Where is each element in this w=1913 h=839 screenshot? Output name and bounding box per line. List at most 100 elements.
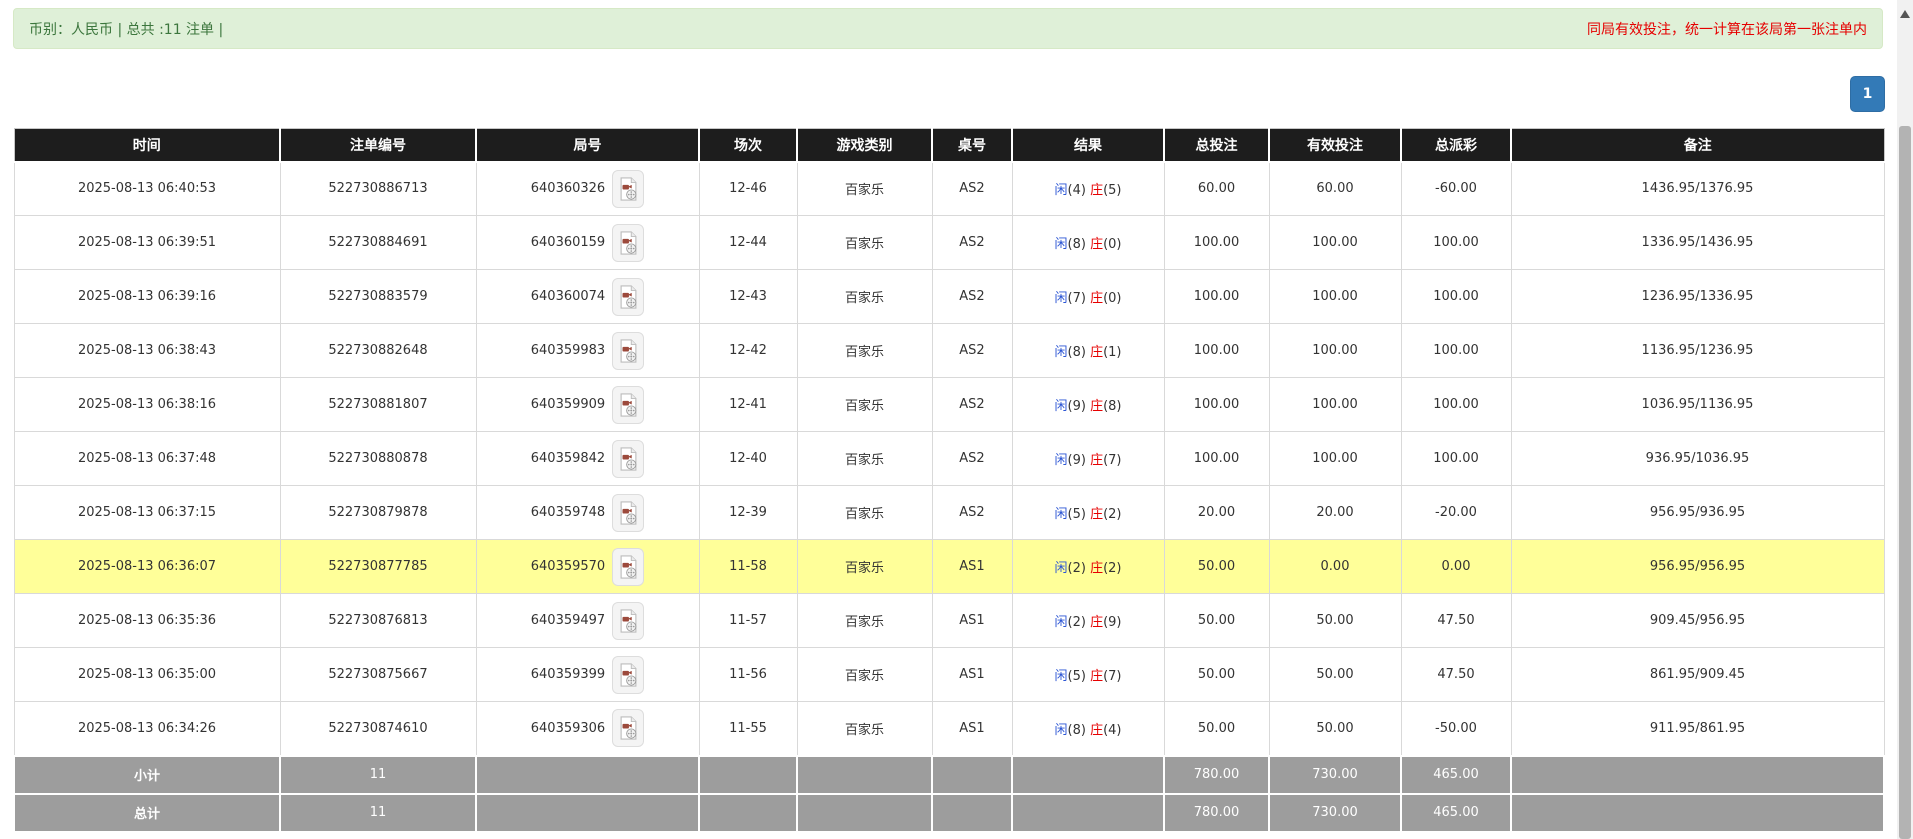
cell-remark: 1236.95/1336.95 [1511,270,1884,324]
result-player-score: (9) [1068,399,1086,414]
video-replay-button[interactable] [612,709,644,747]
cell-table-no: AS2 [932,216,1012,270]
scrollbar[interactable] [1897,0,1913,839]
cell-bet-id: 522730875667 [280,648,476,702]
column-header: 局号 [476,129,699,162]
cell-result: 闲(9) 庄(7) [1012,432,1164,486]
result-player-score: (4) [1068,183,1086,198]
video-replay-button[interactable] [612,170,644,208]
cell-time: 2025-08-13 06:37:48 [14,432,280,486]
cell-payout: -60.00 [1401,162,1511,216]
column-header: 注单编号 [280,129,476,162]
result-banker-label: 庄 [1090,669,1103,684]
cell-payout: 0.00 [1401,540,1511,594]
result-banker-score: (0) [1103,237,1121,252]
cell-payout: 100.00 [1401,216,1511,270]
cell-time: 2025-08-13 06:39:51 [14,216,280,270]
table-row: 2025-08-13 06:38:16 522730881807 6403599… [14,378,1884,432]
round-number: 640359570 [531,559,605,574]
cell-total-bet: 100.00 [1164,216,1269,270]
cell-round-no: 640359497 [476,594,699,648]
cell-total-bet: 60.00 [1164,162,1269,216]
cell-session: 12-42 [699,324,797,378]
currency-summary-text: 币别：人民币 | 总共 :11 注单 | [29,19,223,39]
result-player-label: 闲 [1054,453,1067,468]
column-header: 游戏类别 [797,129,932,162]
table-row: 2025-08-13 06:37:15 522730879878 6403597… [14,486,1884,540]
cell-session: 11-57 [699,594,797,648]
video-replay-button[interactable] [612,602,644,640]
cell-bet-id: 522730884691 [280,216,476,270]
summary-payout: 465.00 [1401,794,1511,832]
cell-valid-bet: 20.00 [1269,486,1401,540]
video-replay-button[interactable] [612,332,644,370]
result-banker-score: (0) [1103,291,1121,306]
cell-session: 12-44 [699,216,797,270]
scrollbar-thumb[interactable] [1899,126,1911,839]
result-banker-score: (2) [1103,507,1121,522]
table-row: 2025-08-13 06:40:53 522730886713 6403603… [14,162,1884,216]
result-player-label: 闲 [1054,237,1067,252]
cell-round-no: 640359842 [476,432,699,486]
cell-result: 闲(4) 庄(5) [1012,162,1164,216]
cell-session: 11-55 [699,702,797,756]
result-player-score: (2) [1068,615,1086,630]
result-player-label: 闲 [1054,615,1067,630]
summary-payout: 465.00 [1401,756,1511,794]
cell-time: 2025-08-13 06:35:36 [14,594,280,648]
cell-valid-bet: 50.00 [1269,648,1401,702]
cell-time: 2025-08-13 06:38:43 [14,324,280,378]
video-replay-icon [619,177,638,201]
result-player-label: 闲 [1054,723,1067,738]
cell-total-bet: 100.00 [1164,378,1269,432]
result-player-label: 闲 [1054,291,1067,306]
cell-time: 2025-08-13 06:34:26 [14,702,280,756]
pagination-page-1-button[interactable]: 1 [1850,76,1885,112]
cell-valid-bet: 100.00 [1269,270,1401,324]
cell-game-type: 百家乐 [797,378,932,432]
cell-table-no: AS1 [932,702,1012,756]
result-banker-label: 庄 [1090,561,1103,576]
cell-session: 12-40 [699,432,797,486]
cell-payout: 100.00 [1401,378,1511,432]
cell-round-no: 640359570 [476,540,699,594]
cell-bet-id: 522730886713 [280,162,476,216]
cell-game-type: 百家乐 [797,432,932,486]
cell-remark: 861.95/909.45 [1511,648,1884,702]
video-replay-button[interactable] [612,278,644,316]
cell-game-type: 百家乐 [797,540,932,594]
column-header: 总投注 [1164,129,1269,162]
result-banker-label: 庄 [1090,183,1103,198]
result-banker-score: (7) [1103,453,1121,468]
cell-table-no: AS1 [932,648,1012,702]
result-player-label: 闲 [1054,507,1067,522]
cell-total-bet: 50.00 [1164,594,1269,648]
table-body: 2025-08-13 06:40:53 522730886713 6403603… [14,162,1884,832]
video-replay-button[interactable] [612,224,644,262]
video-replay-button[interactable] [612,494,644,532]
cell-session: 12-43 [699,270,797,324]
video-replay-icon [619,231,638,255]
result-banker-score: (5) [1103,183,1121,198]
result-banker-label: 庄 [1090,399,1103,414]
cell-round-no: 640359748 [476,486,699,540]
video-replay-icon [619,716,638,740]
scroll-up-arrow-icon[interactable] [1900,10,1910,18]
info-bar: 币别：人民币 | 总共 :11 注单 | 同局有效投注，统一计算在该局第一张注单… [13,8,1883,49]
cell-session: 12-46 [699,162,797,216]
video-replay-button[interactable] [612,440,644,478]
cell-remark: 1336.95/1436.95 [1511,216,1884,270]
cell-valid-bet: 100.00 [1269,432,1401,486]
table-row: 2025-08-13 06:35:36 522730876813 6403594… [14,594,1884,648]
video-replay-button[interactable] [612,656,644,694]
cell-bet-id: 522730881807 [280,378,476,432]
cell-remark: 936.95/1036.95 [1511,432,1884,486]
cell-valid-bet: 100.00 [1269,378,1401,432]
cell-payout: 47.50 [1401,594,1511,648]
column-header: 总派彩 [1401,129,1511,162]
cell-result: 闲(2) 庄(9) [1012,594,1164,648]
cell-table-no: AS2 [932,162,1012,216]
video-replay-button[interactable] [612,548,644,586]
cell-total-bet: 100.00 [1164,324,1269,378]
video-replay-button[interactable] [612,386,644,424]
